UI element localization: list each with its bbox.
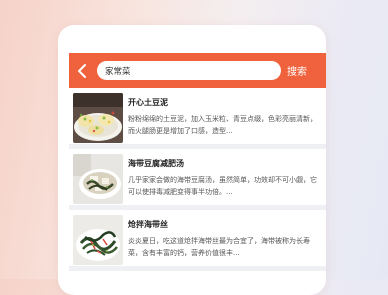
- search-button[interactable]: 搜索: [287, 63, 307, 78]
- phone-frame: 搜索: [58, 25, 326, 295]
- list-item[interactable]: 海带豆腐减肥汤 几乎家家会做的海带豆腐汤，虽然简单，功效却不可小觑，它可以使排毒…: [69, 149, 326, 210]
- recipe-description: 炎炎夏日，吃这道炝拌海带丝最为合宜了，海带被称为长寿菜，含有丰富的钙，营养价值很…: [128, 237, 310, 257]
- list-item[interactable]: 炝拌海带丝 炎炎夏日，吃这道炝拌海带丝最为合宜了，海带被称为长寿菜，含有丰富的钙…: [69, 210, 326, 271]
- recipe-title: 炝拌海带丝: [128, 220, 168, 229]
- recipe-description: 粉粉绵绵的土豆泥，加入玉米粒、青豆点缀，色彩亮丽清新，而火腿肠更是增加了口感，造…: [128, 115, 317, 135]
- recipe-thumbnail: [73, 154, 123, 204]
- search-input[interactable]: [105, 65, 273, 76]
- recipe-list: 开心土豆泥 粉粉绵绵的土豆泥，加入玉米粒、青豆点缀，色彩亮丽清新，而火腿肠更是增…: [69, 88, 326, 271]
- back-arrow-icon[interactable]: [71, 53, 93, 88]
- recipe-title: 开心土豆泥: [128, 98, 168, 107]
- recipe-title: 海带豆腐减肥汤: [128, 159, 184, 168]
- search-box[interactable]: [97, 61, 281, 80]
- recipe-description: 几乎家家会做的海带豆腐汤，虽然简单，功效却不可小觑，它可以使排毒减肥变得事半功倍…: [128, 176, 317, 196]
- search-header: 搜索: [69, 53, 326, 88]
- recipe-thumbnail: [73, 93, 123, 143]
- list-item[interactable]: 开心土豆泥 粉粉绵绵的土豆泥，加入玉米粒、青豆点缀，色彩亮丽清新，而火腿肠更是增…: [69, 88, 326, 149]
- recipe-thumbnail: [73, 215, 123, 265]
